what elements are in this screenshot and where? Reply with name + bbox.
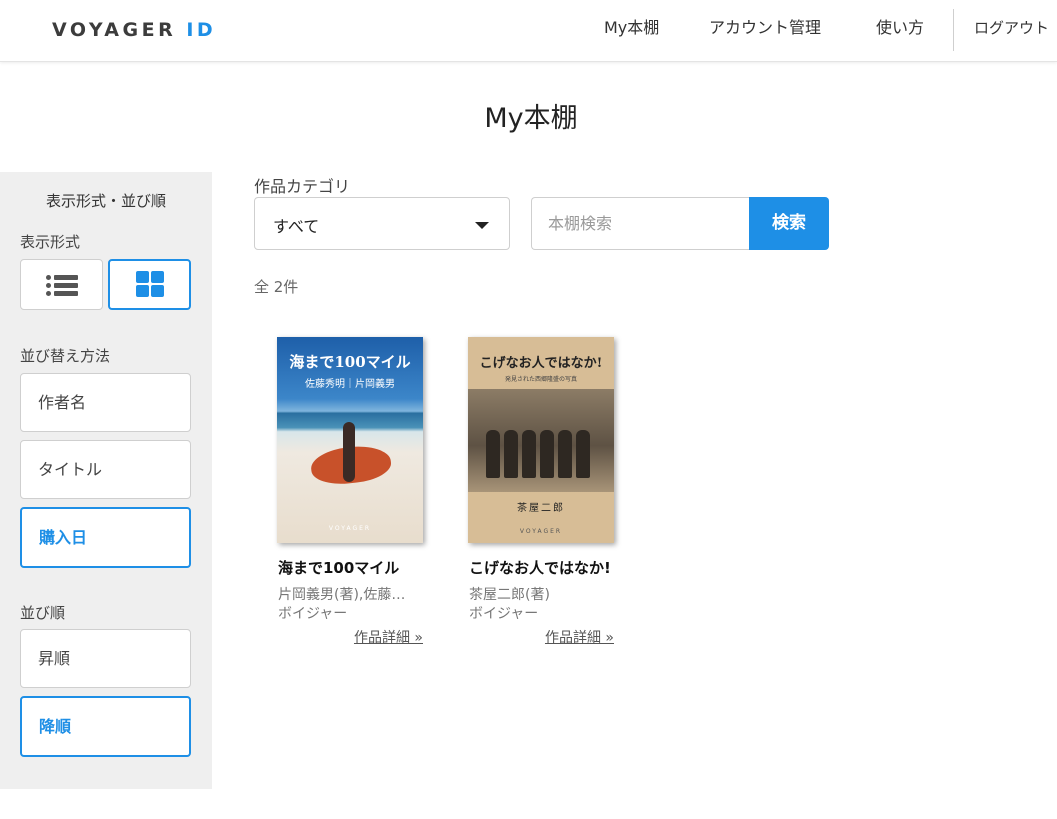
cover-brand: VOYAGER [328,525,372,532]
cover-subtitle: 発見された西郷隆盛の写真 [504,376,577,383]
nav-account-management[interactable]: アカウント管理 [709,0,821,62]
cover-author: 茶屋二郎 [517,503,565,514]
book-author: 片岡義男(著),佐藤秀明(写真) [278,587,418,603]
grid-view-button[interactable] [108,259,191,310]
sort-method-label: 並び替え方法 [20,347,111,365]
sidebar: 表示形式・並び順 表示形式 並び替え方法 作者名 タイトル 購入日 並び順 昇順… [0,172,212,789]
list-icon [46,275,78,296]
list-view-button[interactable] [20,259,103,310]
surfer-image [343,422,355,482]
bookshelf-search-input[interactable] [531,197,751,250]
category-select[interactable]: すべて [254,197,510,250]
result-count: 全 2件 [254,278,299,296]
cover-brand: VOYAGER [519,528,563,535]
sort-by-title-button[interactable]: タイトル [20,440,191,499]
category-selected-value: すべて [273,217,320,236]
sidebar-heading: 表示形式・並び順 [45,192,166,210]
nav-divider [953,9,954,51]
order-ascending-button[interactable]: 昇順 [20,629,191,688]
sort-by-author-button[interactable]: 作者名 [20,373,191,432]
top-header: VOYAGER ID My本棚 アカウント管理 使い方 ログアウト [0,0,1057,62]
cover-title: こげなお人ではなか! [479,356,603,371]
book-author: 茶屋二郎(著) [469,587,550,603]
logo-id-text: ID [186,19,217,41]
chevron-down-icon [475,222,489,229]
book-detail-link[interactable]: 作品詳細 » [545,627,614,647]
book-cover[interactable]: こげなお人ではなか! 発見された西郷隆盛の写真 茶屋二郎 VOYAGER [468,337,614,543]
search-button[interactable]: 検索 [749,197,829,250]
grid-icon [136,271,164,297]
book-title[interactable]: 海まで100マイル [278,557,428,578]
book-detail-link[interactable]: 作品詳細 » [354,627,423,647]
book-publisher: ボイジャー [469,606,539,622]
cover-title: 海まで100マイル [289,353,411,371]
voyager-id-logo[interactable]: VOYAGER ID [52,19,216,41]
nav-my-bookshelf[interactable]: My本棚 [604,0,659,62]
view-mode-label: 表示形式 [20,233,81,251]
logo-text: VOYAGER [52,19,177,41]
group-photo-image [468,389,614,492]
order-label: 並び順 [20,604,66,622]
nav-logout[interactable]: ログアウト [974,0,1049,62]
sort-by-purchase-date-button[interactable]: 購入日 [20,507,191,568]
cover-subtitle: 佐藤秀明｜片岡義男 [305,379,395,390]
book-cover[interactable]: 海まで100マイル 佐藤秀明｜片岡義男 VOYAGER [277,337,423,543]
nav-how-to-use[interactable]: 使い方 [876,0,924,62]
category-label: 作品カテゴリ [254,177,351,196]
book-title[interactable]: こげなお人ではなか! [469,557,619,578]
page-title: My本棚 [484,103,578,134]
book-publisher: ボイジャー [278,606,348,622]
order-descending-button[interactable]: 降順 [20,696,191,757]
